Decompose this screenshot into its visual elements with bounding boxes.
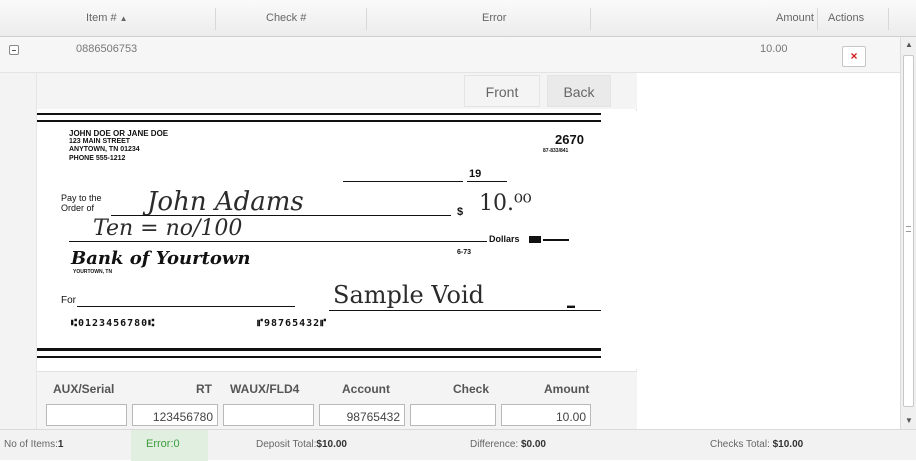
difference: Difference: $0.00 (470, 439, 546, 450)
owner-line1: JOHN DOE OR JANE DOE (69, 129, 169, 138)
column-item[interactable]: Item # ▲ (86, 0, 128, 37)
check-number: 2670 (555, 132, 584, 147)
tab-front[interactable]: Front (464, 75, 540, 107)
check-field[interactable] (410, 404, 496, 426)
rt-label: RT (196, 382, 212, 396)
account-label: Account (342, 382, 390, 396)
micr-account: ⑈98765432⑈ (257, 318, 328, 329)
error-count: Error:0 (146, 438, 180, 450)
tab-back[interactable]: Back (547, 75, 611, 107)
security-icon (529, 236, 541, 243)
column-error[interactable]: Error (482, 0, 506, 37)
bank-city: YOURTOWN, TN (73, 269, 113, 275)
status-footer: No of Items:1 Error:0 Deposit Total:$10.… (0, 429, 916, 461)
date-suffix: 19 (469, 168, 482, 180)
check-data-form: AUX/Serial RT WAUX/FLD4 Account Check Am… (37, 371, 637, 429)
bank-code: 6-73 (457, 249, 472, 256)
delete-button[interactable]: × (842, 46, 866, 67)
item-number: 0886506753 (76, 43, 138, 55)
check-image: JOHN DOE OR JANE DOE 123 MAIN STREET ANY… (37, 111, 637, 369)
check-bottom-border (37, 348, 601, 351)
owner-line4: PHONE 555-1212 (69, 155, 126, 162)
row-detail-rail (0, 73, 37, 429)
check-top-border (37, 113, 601, 115)
written-amount-words: Ten = no/100 (93, 216, 243, 241)
grid-header: Item # ▲ Check # Error Amount Actions (0, 0, 916, 37)
dollars-label: Dollars (489, 234, 520, 244)
check-image-panel: Front Back JOHN DOE OR JANE DOE 123 MAIN… (37, 73, 637, 429)
aux-serial-label: AUX/Serial (53, 382, 115, 396)
amount-written: 10.⁰⁰ (479, 191, 532, 216)
column-amount[interactable]: Amount (776, 0, 814, 37)
column-actions: Actions (828, 12, 865, 24)
owner-line2: 123 MAIN STREET (69, 138, 131, 145)
waux-field[interactable] (223, 404, 314, 426)
close-icon: × (850, 49, 858, 63)
deposit-total: Deposit Total:$10.00 (256, 439, 347, 450)
row-detail: Front Back JOHN DOE OR JANE DOE 123 MAIN… (37, 73, 901, 429)
grip-icon (906, 226, 911, 232)
dollar-sign: $ (457, 206, 464, 218)
bank-name: Bank of Yourtown (71, 248, 251, 269)
rt-field[interactable]: 123456780 (132, 404, 218, 426)
routing-fraction: 87-833/841 (543, 148, 569, 154)
collapse-icon[interactable] (9, 45, 19, 55)
arrow-up-icon[interactable]: ▲ (901, 37, 916, 53)
items-count: No of Items:1 (4, 439, 64, 450)
waux-label: WAUX/FLD4 (230, 382, 300, 396)
owner-line3: ANYTOWN, TN 01234 (69, 146, 140, 153)
amount-label: Amount (544, 382, 590, 396)
table-row[interactable]: 0886506753 10.00 × (0, 37, 900, 73)
check-label: Check (453, 382, 490, 396)
column-item-label: Item # (86, 12, 117, 24)
order-of-label: Order of (61, 203, 95, 213)
account-field[interactable]: 98765432 (319, 404, 405, 426)
aux-serial-field[interactable] (46, 404, 127, 426)
memo-label: For (61, 295, 76, 306)
amount-field[interactable]: 10.00 (501, 404, 591, 426)
image-tab-bar: Front Back (37, 73, 637, 109)
row-amount: 10.00 (760, 43, 788, 55)
column-check[interactable]: Check # (266, 0, 306, 37)
checks-total: Checks Total: $10.00 (710, 439, 804, 450)
payee-name: John Adams (147, 187, 304, 217)
pay-to-label: Pay to the (61, 193, 102, 203)
sort-asc-icon: ▲ (119, 14, 128, 23)
arrow-down-icon[interactable]: ▼ (901, 413, 916, 429)
vertical-scrollbar[interactable]: ▲ ▼ (900, 37, 916, 429)
scrollbar-thumb[interactable] (903, 55, 914, 407)
micr-routing: ⑆0123456780⑆ (71, 318, 156, 329)
memo-text: Sample Void (333, 281, 484, 309)
